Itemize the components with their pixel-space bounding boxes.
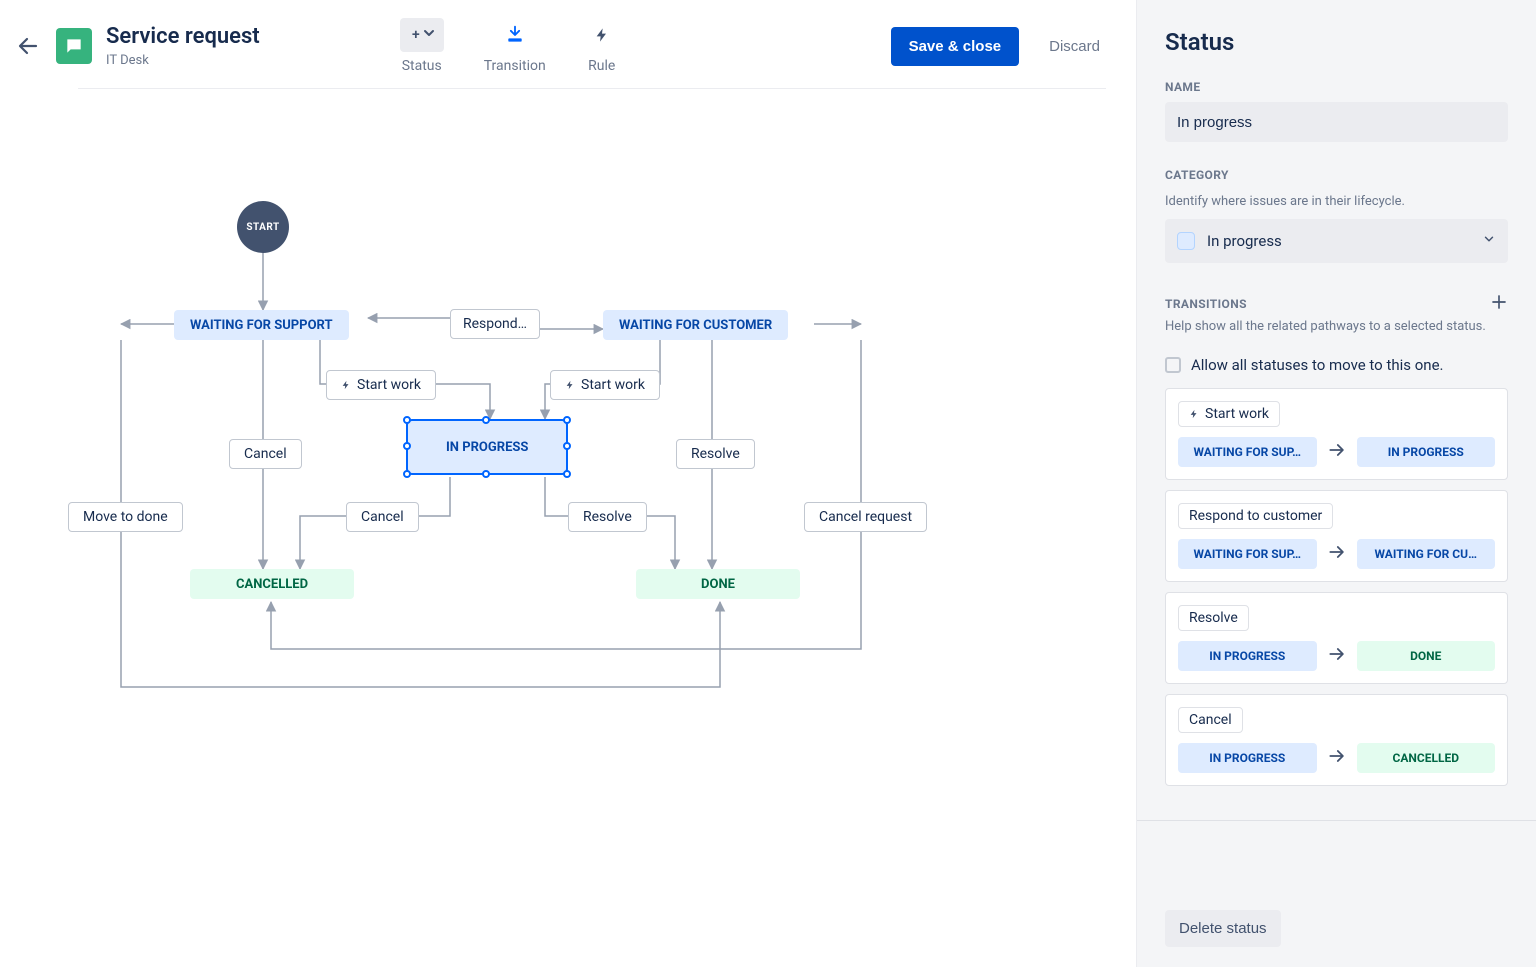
project-icon	[56, 28, 92, 64]
name-label: NAME	[1165, 80, 1508, 94]
label-resolve-1[interactable]: Resolve	[676, 439, 755, 469]
transition-from: WAITING FOR SUP…	[1178, 539, 1317, 569]
page-subtitle: IT Desk	[106, 53, 260, 68]
transitions-label: TRANSITIONS	[1165, 297, 1247, 311]
transition-to: DONE	[1357, 641, 1496, 671]
transition-from: IN PROGRESS	[1178, 743, 1317, 773]
transition-to: WAITING FOR CU…	[1357, 539, 1496, 569]
category-swatch	[1177, 232, 1195, 250]
sidebar-panel: Status NAME CATEGORY Identify where issu…	[1136, 0, 1536, 967]
label-cancel-request[interactable]: Cancel request	[804, 502, 927, 532]
workflow-canvas[interactable]: START WAITING FOR SUPPORT WAITING FOR CU…	[0, 89, 1136, 967]
label-start-work-1[interactable]: Start work	[326, 370, 436, 400]
bolt-icon	[341, 378, 351, 392]
label-cancel-1[interactable]: Cancel	[229, 439, 302, 469]
category-label: CATEGORY	[1165, 168, 1508, 182]
transition-from: WAITING FOR SUP…	[1178, 437, 1317, 467]
svg-text:+: +	[412, 27, 420, 43]
category-select[interactable]: In progress	[1165, 219, 1508, 263]
save-button[interactable]: Save & close	[891, 27, 1020, 66]
transition-name: Start work	[1178, 401, 1280, 427]
transition-to: CANCELLED	[1357, 743, 1496, 773]
bolt-icon	[565, 378, 575, 392]
page-title: Service request	[106, 24, 260, 50]
tool-rule[interactable]: Rule	[586, 18, 618, 74]
back-button[interactable]	[0, 34, 56, 58]
node-cancelled[interactable]: CANCELLED	[190, 569, 354, 599]
transition-to: IN PROGRESS	[1357, 437, 1496, 467]
node-start[interactable]: START	[237, 201, 289, 253]
label-start-work-2[interactable]: Start work	[550, 370, 660, 400]
name-input[interactable]	[1165, 102, 1508, 142]
label-respond[interactable]: Respond…	[450, 309, 540, 339]
transition-name: Cancel	[1178, 707, 1243, 733]
allow-all-checkbox[interactable]	[1165, 357, 1181, 373]
tool-status[interactable]: + Status	[400, 18, 444, 74]
tool-transition[interactable]: Transition	[484, 18, 546, 74]
label-move-to-done[interactable]: Move to done	[68, 502, 183, 532]
allow-all-label: Allow all statuses to move to this one.	[1191, 356, 1444, 374]
arrow-right-icon	[1327, 542, 1347, 566]
label-resolve-2[interactable]: Resolve	[568, 502, 647, 532]
arrow-right-icon	[1327, 644, 1347, 668]
chevron-down-icon	[1482, 232, 1496, 250]
arrow-right-icon	[1327, 746, 1347, 770]
transitions-help: Help show all the related pathways to a …	[1165, 319, 1508, 334]
transition-card[interactable]: Respond to customer WAITING FOR SUP… WAITI…	[1165, 490, 1508, 582]
transition-name: Resolve	[1178, 605, 1249, 631]
node-waiting-for-support[interactable]: WAITING FOR SUPPORT	[174, 310, 349, 340]
label-cancel-2[interactable]: Cancel	[346, 502, 419, 532]
node-done[interactable]: DONE	[636, 569, 800, 599]
transition-card[interactable]: Resolve IN PROGRESS DONE	[1165, 592, 1508, 684]
discard-button[interactable]: Discard	[1043, 37, 1106, 56]
sidebar-title: Status	[1165, 28, 1508, 56]
category-help: Identify where issues are in their lifec…	[1165, 194, 1508, 209]
add-transition-button[interactable]	[1490, 293, 1508, 315]
transition-card[interactable]: Start work WAITING FOR SUP… IN PROGRESS	[1165, 388, 1508, 480]
node-in-progress[interactable]: IN PROGRESS	[406, 419, 568, 475]
sidebar-divider	[1137, 820, 1536, 821]
arrow-right-icon	[1327, 440, 1347, 464]
node-waiting-for-customer[interactable]: WAITING FOR CUSTOMER	[603, 310, 788, 340]
transition-card[interactable]: Cancel IN PROGRESS CANCELLED	[1165, 694, 1508, 786]
transition-from: IN PROGRESS	[1178, 641, 1317, 671]
transition-name: Respond to customer	[1178, 503, 1333, 529]
delete-status-button[interactable]: Delete status	[1165, 910, 1281, 947]
